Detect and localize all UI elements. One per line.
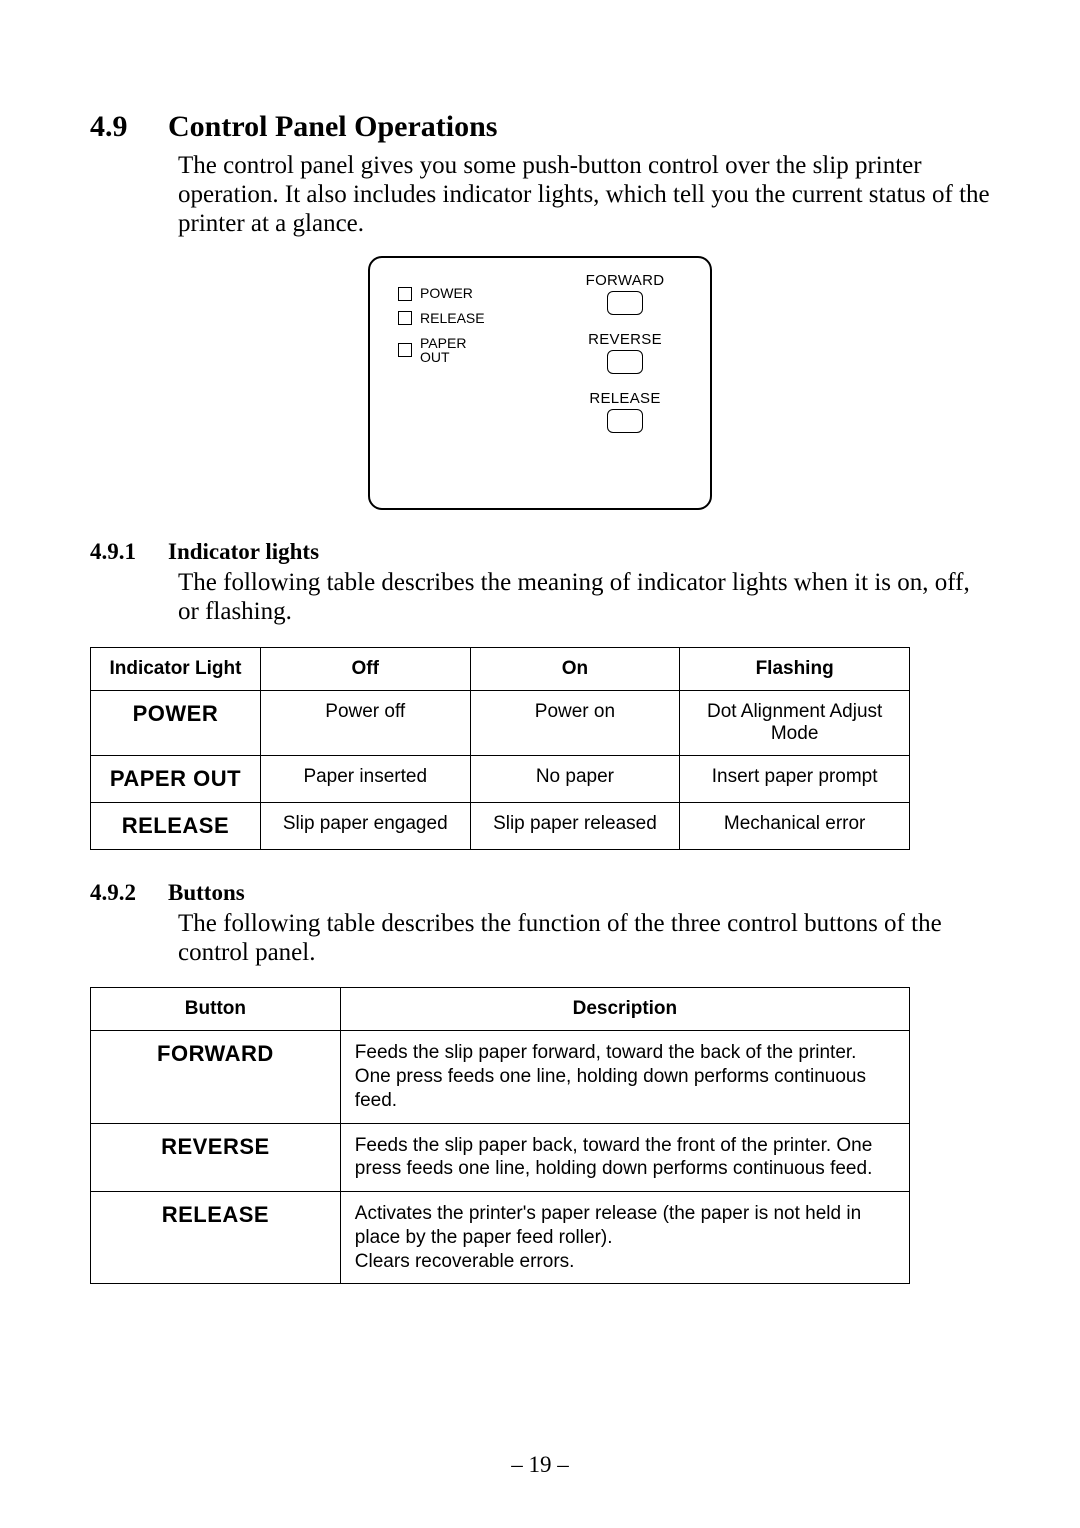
cell: Slip paper engaged <box>260 802 470 849</box>
row-header: POWER <box>91 690 261 755</box>
intro-paragraph: The control panel gives you some push-bu… <box>178 152 990 238</box>
col-header: Description <box>340 988 909 1031</box>
subsection-number: 4.9.1 <box>90 539 168 565</box>
panel-figure: POWER RELEASE PAPER OUT FORWARD REVERSE <box>90 256 990 515</box>
table-row: RELEASE Slip paper engaged Slip paper re… <box>91 802 910 849</box>
row-header: RELEASE <box>91 802 261 849</box>
panel-button: FORWARD <box>570 272 680 315</box>
col-header: On <box>470 647 680 690</box>
indicator-row: PAPER OUT <box>398 336 485 365</box>
section-number: 4.9 <box>90 110 168 144</box>
page: 4.9Control Panel Operations The control … <box>0 0 1080 1528</box>
table-row: POWER Power off Power on Dot Alignment A… <box>91 690 910 755</box>
cell: Dot Alignment Adjust Mode <box>680 690 910 755</box>
panel-button: RELEASE <box>570 390 680 433</box>
buttons-table: Button Description FORWARD Feeds the sli… <box>90 987 910 1284</box>
indicator-label: PAPER OUT <box>420 336 466 365</box>
indicator-label: RELEASE <box>420 311 485 326</box>
row-header: RELEASE <box>91 1192 341 1284</box>
led-box-icon <box>398 311 412 325</box>
col-header: Button <box>91 988 341 1031</box>
button-shape-icon <box>607 291 643 315</box>
cell: Slip paper released <box>470 802 680 849</box>
col-header: Off <box>260 647 470 690</box>
cell: Power off <box>260 690 470 755</box>
subsection-text: The following table describes the meanin… <box>178 569 990 627</box>
indicator-lights-table: Indicator Light Off On Flashing POWER Po… <box>90 647 910 850</box>
cell: Paper inserted <box>260 755 470 802</box>
cell: Activates the printer's paper release (t… <box>340 1192 909 1284</box>
button-shape-icon <box>607 409 643 433</box>
indicator-row: RELEASE <box>398 311 485 326</box>
table-header-row: Button Description <box>91 988 910 1031</box>
subsection-title-text: Indicator lights <box>168 539 319 564</box>
table-row: FORWARD Feeds the slip paper forward, to… <box>91 1031 910 1123</box>
indicator-row: POWER <box>398 286 485 301</box>
cell: Insert paper prompt <box>680 755 910 802</box>
panel-button-label: FORWARD <box>570 272 680 289</box>
section-title: 4.9Control Panel Operations <box>90 110 990 144</box>
cell: Feeds the slip paper forward, toward the… <box>340 1031 909 1123</box>
page-number: – 19 – <box>0 1452 1080 1478</box>
subsection-title: 4.9.2Buttons <box>90 880 990 906</box>
indicator-label: POWER <box>420 286 473 301</box>
section-title-text: Control Panel Operations <box>168 110 497 143</box>
cell: No paper <box>470 755 680 802</box>
cell: Mechanical error <box>680 802 910 849</box>
row-header: FORWARD <box>91 1031 341 1123</box>
button-group: FORWARD REVERSE RELEASE <box>570 272 680 449</box>
subsection-text: The following table describes the functi… <box>178 910 990 968</box>
cell: Feeds the slip paper back, toward the fr… <box>340 1123 909 1192</box>
led-box-icon <box>398 287 412 301</box>
row-header: PAPER OUT <box>91 755 261 802</box>
panel-button-label: REVERSE <box>570 331 680 348</box>
indicator-group: POWER RELEASE PAPER OUT <box>398 286 485 375</box>
col-header: Flashing <box>680 647 910 690</box>
button-shape-icon <box>607 350 643 374</box>
col-header: Indicator Light <box>91 647 261 690</box>
panel-button-label: RELEASE <box>570 390 680 407</box>
led-box-icon <box>398 343 412 357</box>
table-row: PAPER OUT Paper inserted No paper Insert… <box>91 755 910 802</box>
control-panel-diagram: POWER RELEASE PAPER OUT FORWARD REVERSE <box>368 256 712 510</box>
table-row: RELEASE Activates the printer's paper re… <box>91 1192 910 1284</box>
table-row: REVERSE Feeds the slip paper back, towar… <box>91 1123 910 1192</box>
row-header: REVERSE <box>91 1123 341 1192</box>
panel-button: REVERSE <box>570 331 680 374</box>
cell: Power on <box>470 690 680 755</box>
subsection-title-text: Buttons <box>168 880 245 905</box>
table-header-row: Indicator Light Off On Flashing <box>91 647 910 690</box>
subsection-number: 4.9.2 <box>90 880 168 906</box>
subsection-title: 4.9.1Indicator lights <box>90 539 990 565</box>
